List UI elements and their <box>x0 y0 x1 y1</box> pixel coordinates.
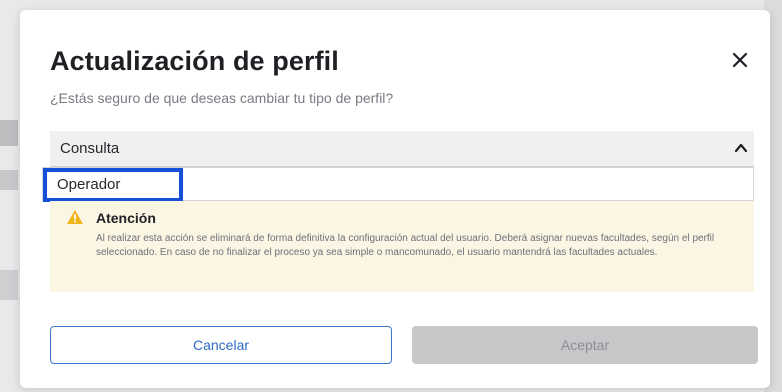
warning-alert: Atención Al realizar esta acción se elim… <box>50 201 754 292</box>
dialog-subtitle: ¿Estás seguro de que deseas cambiar tu t… <box>50 90 394 106</box>
alert-message: Al realizar esta acción se eliminará de … <box>96 233 715 258</box>
profile-type-selected-value: Consulta <box>60 140 120 157</box>
accept-button[interactable]: Aceptar <box>412 326 758 364</box>
chevron-up-icon[interactable] <box>734 141 748 155</box>
close-icon <box>732 52 748 68</box>
cancel-button[interactable]: Cancelar <box>50 326 392 364</box>
dialog-title: Actualización de perfil <box>50 46 339 76</box>
close-button[interactable] <box>728 48 752 72</box>
background-panel <box>0 170 18 190</box>
alert-title: Atención <box>96 210 156 226</box>
dropdown-option-label: Operador <box>57 176 121 193</box>
background-panel <box>0 120 18 146</box>
profile-update-dialog: Actualización de perfil ¿Estás seguro de… <box>20 10 770 388</box>
warning-icon <box>67 210 83 224</box>
background-panel <box>0 270 18 300</box>
profile-type-dropdown: Operador <box>42 167 754 202</box>
dropdown-option-operador[interactable]: Operador <box>43 168 183 202</box>
profile-type-select[interactable]: Consulta <box>50 131 754 167</box>
